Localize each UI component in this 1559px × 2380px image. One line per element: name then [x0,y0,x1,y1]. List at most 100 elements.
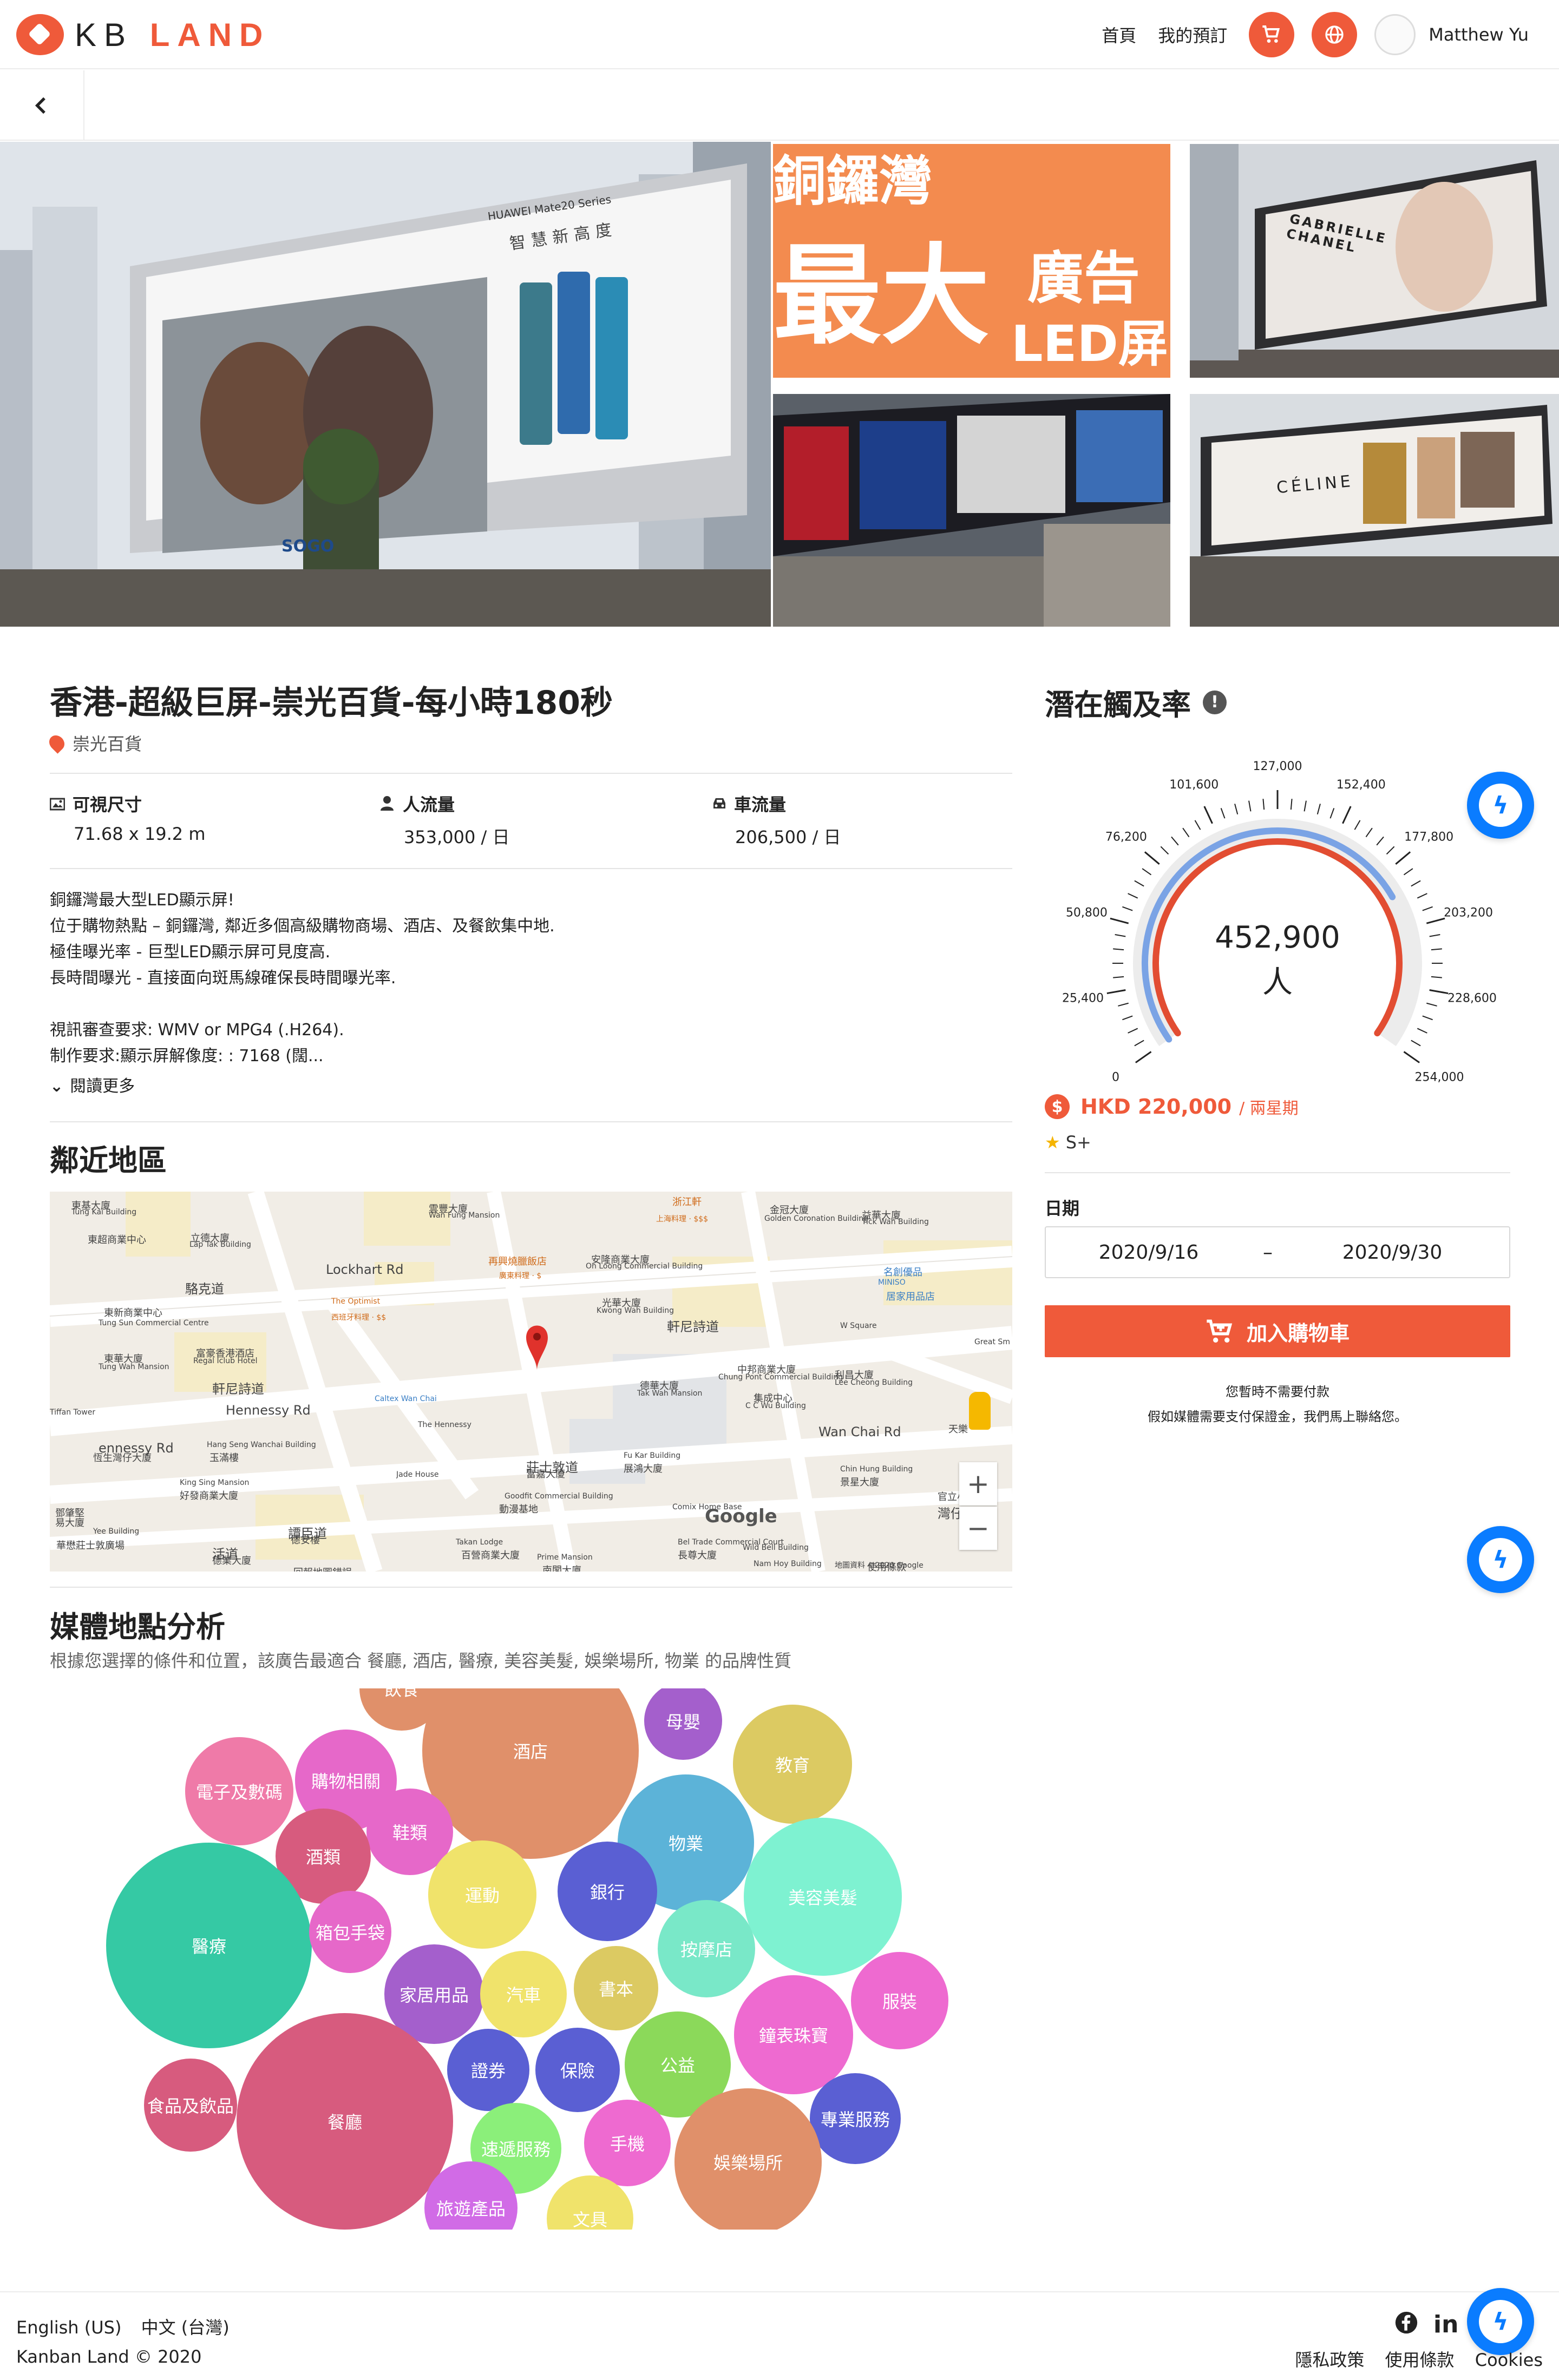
gauge-tick [1118,1002,1129,1007]
user-avatar[interactable] [1374,14,1416,55]
logo-text: KB LAND [75,16,271,53]
gauge-tick [1395,851,1411,865]
map-label: W Square [840,1322,877,1330]
lang-zh-link[interactable]: 中文 (台灣) [141,2317,230,2338]
map-label: 南閣大廈 [542,1565,581,1572]
map-label: Tiffan Tower [50,1408,96,1417]
messenger-button[interactable]: ϟ [1467,1526,1534,1593]
bubble[interactable]: 餐廳 [237,2013,453,2230]
add-to-cart-button[interactable]: 加入購物車 [1045,1305,1510,1357]
map-label: 長尊大廈 [678,1550,717,1561]
bubble[interactable]: 酒店 [422,1688,639,1859]
nearby-map[interactable]: 東基大廈 Tung Kai Building 東超商業中心 立德大廈 Lap Tak B… [50,1192,1012,1572]
nav-home-link[interactable]: 首頁 [1102,22,1136,47]
bubble[interactable]: 箱包手袋 [309,1891,391,1973]
kbland-logo[interactable]: KB LAND [16,14,270,55]
divider-desc [50,1121,1012,1122]
map-label: Wan Chai Rd [818,1424,901,1439]
date-to[interactable]: 2020/9/30 [1284,1241,1501,1264]
listing-location[interactable]: 崇光百貨 [46,731,142,755]
gauge-tick-label: 127,000 [1253,760,1302,773]
date-range-picker[interactable]: 2020/9/16 – 2020/9/30 [1045,1226,1510,1278]
facebook-icon[interactable] [1394,2311,1418,2340]
map-label: 使用條款 [867,1562,906,1572]
bubble[interactable]: 證券 [447,2029,529,2111]
stat-car-traffic-value: 206,500 / 日 [735,827,841,847]
nav-orders-link[interactable]: 我的預訂 [1158,22,1227,47]
messenger-icon: ϟ [1479,784,1522,827]
cart-icon [1262,25,1280,43]
map-label: Kwong Wah Building [597,1306,674,1315]
back-button[interactable] [0,70,84,141]
bubble[interactable]: 服裝 [851,1952,948,2049]
cookies-link[interactable]: Cookies [1475,2350,1543,2370]
sub-toolbar [0,70,1559,141]
map-label: Regal Iclub Hotel [193,1357,258,1365]
map-label: Prime Mansion [537,1553,593,1562]
messenger-button[interactable]: ϟ [1467,2288,1534,2355]
info-icon[interactable]: ! [1203,690,1227,714]
date-separator: – [1263,1241,1273,1264]
price-value: HKD 220,000 [1080,1095,1232,1119]
bubble[interactable]: 汽車 [480,1951,567,2037]
bubble[interactable]: 保險 [535,2028,620,2112]
payment-note: 您暫時不需要付款 [1226,1384,1329,1399]
bubble[interactable]: 銀行 [558,1842,657,1941]
map-label: Tung Wah Mansion [99,1363,169,1371]
divider-top [50,773,1012,774]
chanel-photo[interactable]: GABRIELLE CHANEL [1190,144,1559,378]
bubble[interactable]: 專業服務 [810,2073,901,2164]
map-zoom-out-button[interactable]: − [959,1507,997,1550]
bubble[interactable]: 手機 [584,2100,671,2186]
language-button[interactable] [1312,12,1358,57]
gauge-tick-label: 76,200 [1105,830,1147,844]
bubble[interactable]: 母嬰 [644,1688,722,1760]
gauge-tick [1342,806,1352,824]
linkedin-icon[interactable]: in [1433,2311,1458,2338]
bubble[interactable]: 按摩店 [658,1900,755,1997]
dollar-icon: $ [1045,1094,1070,1119]
gauge-tick [1365,827,1373,838]
top-nav: 首頁 我的預訂 Matthew Yu [1102,0,1559,69]
bubble[interactable]: 電子及數碼 [185,1737,293,1845]
date-from[interactable]: 2020/9/16 [1046,1241,1252,1264]
map-label: 名創優品 [883,1267,922,1278]
map-label: Goodfit Commercial Building [505,1492,613,1501]
main-photo[interactable]: HUAWEI Mate20 Series 智慧新高度 SOGO [0,142,771,627]
gauge-tick [1417,893,1427,899]
promo-photo[interactable]: 銅鑼灣 最大 廣告 LED屏 [773,144,1170,378]
bubble[interactable]: 醫療 [106,1843,312,2048]
bubble[interactable]: 食品及飲品 [144,2059,237,2152]
read-more-link[interactable]: ⌄ 閱讀更多 [50,1073,135,1096]
street-photo-graphic [773,394,1170,627]
gauge-tick [1203,806,1213,824]
gauge-tick [1376,836,1384,846]
bubble[interactable]: 鐘表珠寶 [734,1975,853,2094]
lang-en-link[interactable]: English (US) [16,2317,121,2338]
bubble[interactable]: 運動 [428,1840,536,1949]
messenger-button[interactable]: ϟ [1467,772,1534,839]
bubble[interactable]: 教育 [733,1705,852,1824]
street-view-pegman-icon[interactable] [969,1392,991,1430]
stat-car-traffic-label: 車流量 [734,794,787,815]
bubble[interactable]: 書本 [574,1946,658,2030]
celine-photo[interactable]: CÉLINE [1190,394,1559,627]
terms-link[interactable]: 使用條款 [1385,2350,1455,2370]
street-ads-photo[interactable] [773,394,1170,627]
listing-title: 香港-超級巨屏-崇光百貨-每小時180秒 [50,684,613,722]
map-label: Lap Tak Building [189,1240,251,1249]
stat-foot-traffic: 人流量 353,000 / 日 [380,791,509,849]
gauge-tick [1403,1051,1420,1063]
bubble[interactable]: 娛樂場所 [674,2088,822,2230]
user-name[interactable]: Matthew Yu [1429,24,1529,45]
map-zoom-in-button[interactable]: + [959,1462,997,1505]
gauge-tick [1144,851,1160,865]
stat-size: 可視尺寸 71.68 x 19.2 m [49,791,205,844]
listing-description: 銅鑼灣最大型LED顯示屏! 位于購物熱點 – 銅鑼灣, 鄰近多個高級購物商場、酒… [50,891,555,1066]
gauge-tick [1134,880,1144,887]
cart-button[interactable] [1249,12,1295,57]
footer: English (US) 中文 (台灣) Kanban Land © 2020 … [0,2288,1559,2380]
privacy-link[interactable]: 隱私政策 [1295,2350,1364,2370]
map-label: 百營商業大廈 [461,1550,520,1561]
bubble[interactable]: 美容美髮 [744,1818,902,1976]
